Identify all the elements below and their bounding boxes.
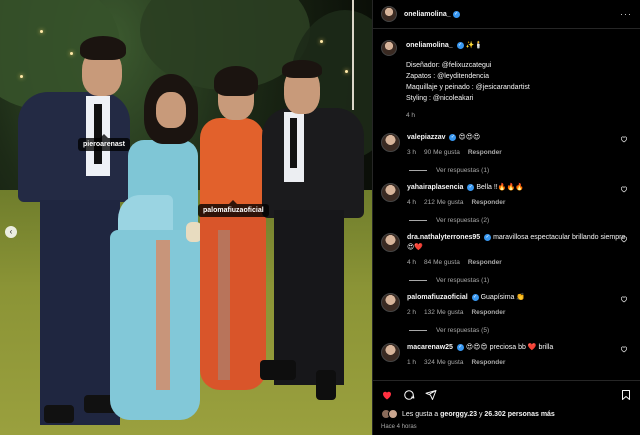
avatar[interactable] bbox=[381, 293, 400, 312]
comment-time: 4 h bbox=[407, 199, 417, 206]
comment-text: Guapísima 👏 bbox=[480, 294, 526, 301]
view-replies-label[interactable]: Ver respuestas (2) bbox=[436, 217, 489, 224]
view-replies-label[interactable]: Ver respuestas (1) bbox=[436, 167, 489, 174]
bookmark-icon[interactable] bbox=[620, 389, 632, 401]
caption-username[interactable]: oneliamolina_ bbox=[406, 42, 453, 49]
comment-likes[interactable]: 84 Me gusta bbox=[424, 259, 460, 266]
action-bar bbox=[381, 381, 632, 409]
string-light bbox=[70, 52, 73, 55]
verified-icon: ✓ bbox=[484, 233, 492, 241]
string-light bbox=[20, 75, 23, 78]
avatar[interactable] bbox=[381, 343, 400, 362]
likes-count[interactable]: 26.302 personas más bbox=[484, 411, 554, 418]
comment-username[interactable]: yahairaplasencia bbox=[407, 184, 463, 191]
comments-feed[interactable]: oneliamolina_ ✓ ✨🕯️ Diseñador: @felixuzc… bbox=[373, 30, 640, 380]
post-footer: Les gusta a georggy.23 y 26.302 personas… bbox=[373, 380, 640, 435]
reply-button[interactable]: Responder bbox=[471, 309, 505, 316]
author-username[interactable]: oneliamolina_ bbox=[404, 11, 451, 18]
caption-line: Styling : @nicoleakari bbox=[406, 95, 474, 102]
comment-username[interactable]: macarenaw25 bbox=[407, 344, 453, 351]
caption-line: Zapatos : @leyditendencia bbox=[406, 73, 489, 80]
post-photo[interactable]: pieroarenast palomafiuzaoficial ‹ bbox=[0, 0, 372, 435]
view-replies[interactable]: Ver respuestas (5) bbox=[409, 327, 632, 334]
caption-line: Maquillaje y peinado : @jesicarandartist bbox=[406, 84, 530, 91]
post-side-panel: oneliamolina_ ✓ ··· oneliamolina_ ✓ ✨🕯️ … bbox=[372, 0, 640, 435]
chevron-left-icon[interactable]: ‹ bbox=[5, 226, 17, 238]
comment-time: 3 h bbox=[407, 149, 417, 156]
comment-likes[interactable]: 90 Me gusta bbox=[424, 149, 460, 156]
likes-summary[interactable]: Les gusta a georggy.23 y 26.302 personas… bbox=[381, 409, 632, 419]
comment-likes[interactable]: 132 Me gusta bbox=[424, 309, 463, 316]
instagram-post-view: pieroarenast palomafiuzaoficial ‹ onelia… bbox=[0, 0, 640, 435]
photo-tag[interactable]: palomafiuzaoficial bbox=[198, 200, 269, 217]
view-replies[interactable]: Ver respuestas (1) bbox=[409, 167, 632, 174]
heart-icon[interactable] bbox=[620, 295, 628, 303]
verified-icon: ✓ bbox=[456, 41, 464, 49]
comment-text: Bella !!🔥🔥🔥 bbox=[476, 184, 524, 191]
post-header: oneliamolina_ ✓ ··· bbox=[373, 0, 640, 29]
avatar[interactable] bbox=[381, 40, 397, 56]
comment-time: 2 h bbox=[407, 309, 417, 316]
comment-item: macarenaw25 ✓ 😍😍😍 preciosa bb ❤️ brilla … bbox=[381, 343, 632, 368]
avatar[interactable] bbox=[381, 6, 397, 22]
comment-item: palomafiuzaoficial ✓ Guapísima 👏 2 h 132 … bbox=[381, 293, 632, 318]
comment-item: dra.nathalyterrones95 ✓ maravillosa espe… bbox=[381, 233, 632, 268]
verified-icon: ✓ bbox=[467, 183, 475, 191]
avatar[interactable] bbox=[381, 183, 400, 202]
avatar[interactable] bbox=[381, 233, 400, 252]
reply-button[interactable]: Responder bbox=[471, 199, 505, 206]
avatar bbox=[388, 409, 398, 419]
heart-icon[interactable] bbox=[620, 235, 628, 243]
reply-button[interactable]: Responder bbox=[471, 359, 505, 366]
caption-emojis: ✨🕯️ bbox=[465, 42, 484, 49]
comment-username[interactable]: valepiazzav bbox=[407, 134, 446, 141]
comment-username[interactable]: dra.nathalyterrones95 bbox=[407, 234, 480, 241]
string-light bbox=[345, 70, 348, 73]
lamp-post bbox=[352, 0, 354, 110]
caption-line: Diseñador: @felixuzcategui bbox=[406, 62, 492, 69]
reply-button[interactable]: Responder bbox=[468, 259, 502, 266]
heart-icon[interactable] bbox=[381, 389, 393, 401]
comment-likes[interactable]: 212 Me gusta bbox=[424, 199, 463, 206]
post-time-ago: Hace 4 horas bbox=[381, 424, 417, 430]
string-light bbox=[40, 30, 43, 33]
comment-icon[interactable] bbox=[403, 389, 415, 401]
heart-icon[interactable] bbox=[620, 185, 628, 193]
verified-icon: ✓ bbox=[471, 293, 479, 301]
view-replies[interactable]: Ver respuestas (1) bbox=[409, 277, 632, 284]
verified-icon: ✓ bbox=[456, 343, 464, 351]
photo-tag[interactable]: pieroarenast bbox=[78, 134, 131, 151]
verified-icon: ✓ bbox=[452, 10, 460, 18]
view-replies-label[interactable]: Ver respuestas (5) bbox=[436, 327, 489, 334]
comment-time: 4 h bbox=[407, 259, 417, 266]
post-caption: oneliamolina_ ✓ ✨🕯️ Diseñador: @felixuzc… bbox=[381, 40, 632, 121]
heart-icon[interactable] bbox=[620, 135, 628, 143]
comment-username[interactable]: palomafiuzaoficial bbox=[407, 294, 468, 301]
avatar[interactable] bbox=[381, 133, 400, 152]
heart-icon[interactable] bbox=[620, 345, 628, 353]
string-light bbox=[320, 40, 323, 43]
likes-prefix: Les gusta a bbox=[402, 410, 439, 418]
comment-likes[interactable]: 324 Me gusta bbox=[424, 359, 463, 366]
share-icon[interactable] bbox=[425, 389, 437, 401]
view-replies[interactable]: Ver respuestas (2) bbox=[409, 217, 632, 224]
more-options-icon[interactable]: ··· bbox=[620, 9, 632, 19]
caption-timestamp: 4 h bbox=[406, 112, 416, 119]
verified-icon: ✓ bbox=[449, 133, 457, 141]
reply-button[interactable]: Responder bbox=[468, 149, 502, 156]
likes-mid: y bbox=[478, 410, 483, 418]
comment-text: 😍😍😍 preciosa bb ❤️ brilla bbox=[465, 344, 554, 351]
view-replies-label[interactable]: Ver respuestas (1) bbox=[436, 277, 489, 284]
comment-text: 😍😍😍 bbox=[458, 134, 481, 141]
comment-item: valepiazzav ✓ 😍😍😍 3 h 90 Me gusta Responde… bbox=[381, 133, 632, 158]
comment-item: yahairaplasencia ✓ Bella !!🔥🔥🔥 4 h 212 Me… bbox=[381, 183, 632, 208]
likes-user[interactable]: georggy.23 bbox=[440, 411, 477, 418]
comment-time: 1 h bbox=[407, 359, 417, 366]
